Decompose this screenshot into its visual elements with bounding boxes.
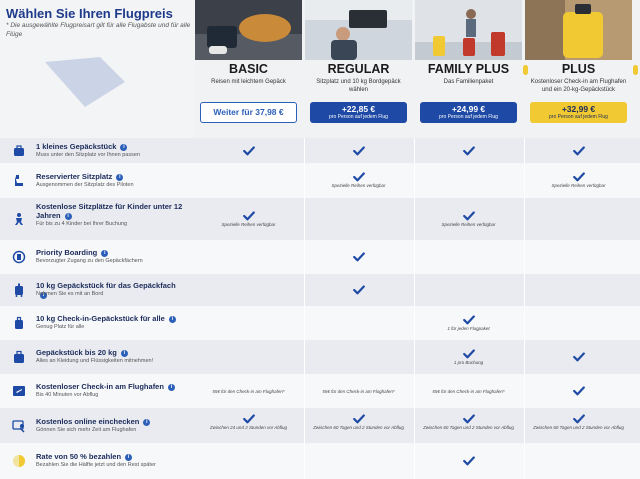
online-checkin-icon — [12, 419, 25, 433]
feature-title-text: 10 kg Gepäckstück für das Gepäckfach — [36, 281, 176, 290]
info-icon[interactable]: i — [143, 418, 151, 426]
price-sub: pro Person auf jedem Flug — [549, 114, 608, 120]
feature-title: Kostenloser Check-in am Flughafen i — [36, 382, 186, 391]
feature-title-text: Kostenlos online einchecken — [36, 416, 140, 426]
fare-description: Sitzplatz und 10 kg Bordgepäck wählen — [316, 79, 401, 93]
select-family-plus-button[interactable]: +24,99 € pro Person auf jedem Flug — [420, 102, 517, 123]
feature-title: 10 kg Check-in-Gepäckstück für alle i — [36, 314, 186, 323]
priority-icon — [12, 250, 26, 264]
feature-title: Rate von 50 % bezahlen i — [36, 452, 186, 461]
select-basic-button[interactable]: Weiter für 37,98 € — [200, 102, 297, 123]
feature-label: 10 kg Check-in-Gepäckstück für alle i Genu… — [0, 306, 195, 340]
info-icon[interactable]: i — [167, 384, 175, 391]
column-divider — [524, 138, 525, 479]
feature-label: Kostenlose Sitzplätze für Kinder unter 1… — [0, 198, 195, 240]
info-icon[interactable]: i — [64, 213, 72, 220]
suitcase-icon — [14, 350, 24, 363]
feature-label: 10 kg Gepäckstück für das Gepäckfachi Neh… — [0, 274, 195, 306]
feature-description: Ausgenommen der Sitzplatz des Piloten — [36, 181, 134, 188]
feature-label: Priority Boarding i Bevorzugter Zugang zu … — [0, 240, 195, 274]
feature-title: Gepäckstück bis 20 kg i — [36, 348, 186, 357]
fare-photo-regular — [305, 0, 412, 60]
info-icon[interactable]: i — [116, 173, 124, 181]
fare-column-plus: PLUS Kostenloser Check-in am Flughafen u… — [525, 0, 632, 479]
page-title: Wählen Sie Ihren Flugpreis — [6, 6, 173, 21]
price-label: +32,99 € — [561, 104, 596, 114]
yellow-accent-marker — [633, 65, 638, 75]
seat-icon — [15, 174, 23, 186]
checkin-bag-icon — [15, 316, 23, 329]
feature-description: Alles an Kleidung und Flüssigkeiten mitn… — [36, 358, 154, 364]
feature-description: Für bis zu 4 Kinder bei Ihrer Buchung — [36, 221, 128, 227]
harp-logo-icon — [45, 57, 125, 107]
info-icon[interactable]: i — [125, 454, 133, 461]
price-label: Weiter für 37,98 € — [213, 107, 284, 117]
fare-photo-basic — [195, 0, 302, 60]
feature-title-text: 10 kg Check-in-Gepäckstück für alle — [36, 314, 165, 323]
feature-title-text: Rate von 50 % bezahlen — [36, 452, 122, 461]
fare-description: Das Familienpaket — [443, 79, 494, 85]
trolley-icon — [15, 283, 23, 297]
feature-title: 1 kleines Gepäckstück i — [36, 142, 186, 151]
feature-description: Gönnen Sie sich mehr Zeit am Flughafen — [36, 426, 137, 433]
feature-label: 1 kleines Gepäckstück i Muss unter den Sit… — [0, 138, 195, 163]
column-divider — [414, 138, 415, 479]
fare-column-regular: REGULAR Sitzplatz und 10 kg Bordgepäck w… — [305, 0, 412, 479]
feature-label: Gepäckstück bis 20 kg i Alles an Kleidung … — [0, 340, 195, 374]
feature-label: Kostenloser Check-in am Flughafen i Bis 40… — [0, 374, 195, 408]
price-label: +22,85 € — [341, 104, 376, 114]
info-icon[interactable]: i — [168, 316, 176, 323]
feature-title: Kostenlose Sitzplätze für Kinder unter 1… — [36, 202, 186, 220]
feature-label: Reservierter Sitzplatz i Ausgenommen der S… — [0, 163, 195, 198]
fare-name: BASIC — [229, 62, 268, 76]
price-sub: pro Person auf jedem Flug — [439, 114, 498, 120]
feature-title-text: Gepäckstück bis 20 kg — [36, 348, 117, 357]
feature-title-text: Reservierter Sitzplatz — [36, 171, 113, 181]
header-panel: Wählen Sie Ihren Flugpreis * Die ausgewä… — [0, 0, 195, 138]
fare-name: REGULAR — [327, 62, 390, 76]
price-sub: pro Person auf jedem Flug — [329, 114, 388, 120]
fare-description: Kostenloser Check-in am Flughafen und ei… — [530, 79, 627, 93]
feature-description: Nehmen Sie es mit an Bord — [36, 291, 104, 297]
column-divider — [304, 138, 305, 479]
feature-description: Genug Platz für alle — [36, 324, 85, 330]
child-icon — [15, 213, 23, 225]
feature-description: Bezahlen Sie die Hälfte jetzt und den Re… — [36, 462, 156, 468]
feature-title-text: Kostenloser Check-in am Flughafen — [36, 382, 164, 391]
half-payment-icon — [13, 455, 25, 467]
feature-title: Reservierter Sitzplatz i — [36, 172, 186, 181]
info-icon[interactable]: i — [120, 143, 128, 151]
feature-title: Priority Boarding i — [36, 248, 186, 257]
price-label: +24,99 € — [451, 104, 486, 114]
feature-description: Bevorzugter Zugang zu den Gepäckfächern — [36, 258, 143, 264]
feature-description: Bis 40 Minuten vor Abflug — [36, 392, 99, 398]
feature-title: Kostenlos online einchecken i — [36, 417, 186, 426]
fare-description: Reisen mit leichtem Gepäck — [211, 79, 286, 85]
select-regular-button[interactable]: +22,85 € pro Person auf jedem Flug — [310, 102, 407, 123]
feature-label: Rate von 50 % bezahlen i Bezahlen Sie die … — [0, 443, 195, 479]
feature-description: Muss unter den Sitzplatz vor Ihnen passe… — [36, 151, 140, 158]
airport-checkin-icon — [13, 386, 25, 396]
feature-title-text: Kostenlose Sitzplätze für Kinder unter 1… — [36, 202, 183, 220]
info-icon[interactable]: i — [101, 250, 109, 257]
select-plus-button[interactable]: +32,99 € pro Person auf jedem Flug — [530, 102, 627, 123]
fare-column-basic: BASIC Reisen mit leichtem Gepäck Weiter … — [195, 0, 302, 479]
feature-label: Kostenlos online einchecken i Gönnen Sie s… — [0, 408, 195, 443]
fare-name: PLUS — [561, 62, 596, 76]
feature-title-text: Priority Boarding — [36, 248, 98, 257]
fare-column-family-plus: FAMILY PLUS Das Familienpaket +24,99 € p… — [415, 0, 522, 479]
fare-photo-family-plus — [415, 0, 522, 60]
fare-name: FAMILY PLUS — [427, 62, 510, 76]
page-subtitle: * Die ausgewählte Flugpreisart gilt für … — [6, 22, 191, 38]
yellow-accent-marker — [523, 65, 528, 75]
bag-icon — [14, 144, 24, 156]
feature-title-text: 1 kleines Gepäckstück — [36, 141, 117, 151]
info-icon[interactable]: i — [120, 350, 128, 357]
fare-photo-plus — [525, 0, 632, 60]
